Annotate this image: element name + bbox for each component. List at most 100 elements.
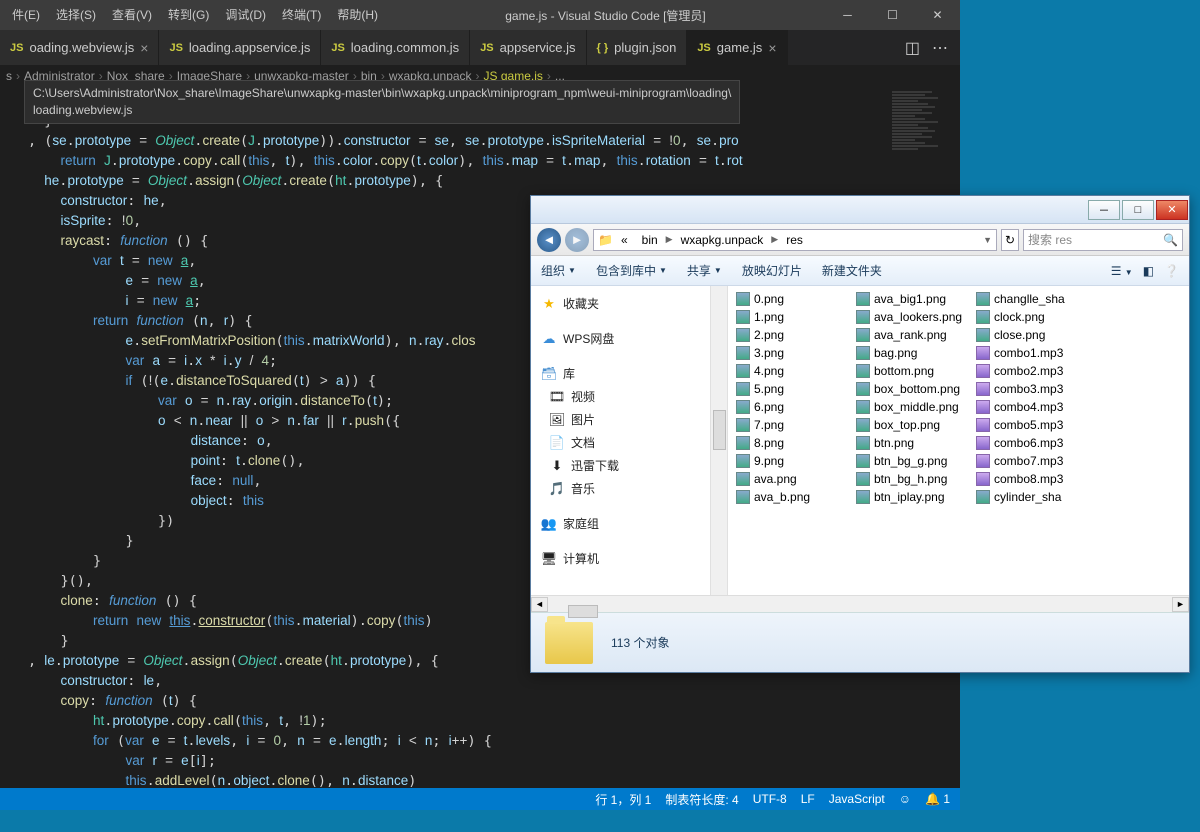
file-item[interactable]: 0.png [736,290,848,308]
tab-loading-webview[interactable]: JSoading.webview.js× [0,30,159,65]
scroll-thumb[interactable] [568,605,598,618]
menu-debug[interactable]: 调试(D) [217,0,274,30]
file-item[interactable]: combo6.mp3 [976,434,1088,452]
file-item[interactable]: box_middle.png [856,398,968,416]
file-item[interactable]: box_bottom.png [856,380,968,398]
slideshow-button[interactable]: 放映幻灯片 [742,262,802,279]
menu-goto[interactable]: 转到(G) [160,0,217,30]
include-library-menu[interactable]: 包含到库中 ▼ [596,262,667,279]
search-input[interactable]: 搜索 res 🔍 [1023,229,1183,251]
feedback-icon[interactable]: ☺ [899,792,911,806]
file-item[interactable]: bottom.png [856,362,968,380]
refresh-button[interactable]: ↻ [1001,229,1019,251]
new-folder-button[interactable]: 新建文件夹 [822,262,882,279]
file-item[interactable]: combo1.mp3 [976,344,1088,362]
file-item[interactable]: btn_bg_g.png [856,452,968,470]
file-item[interactable]: btn_iplay.png [856,488,968,506]
sidebar-favorites[interactable]: ★收藏夹 [531,292,710,315]
sidebar-wps[interactable]: ☁WPS网盘 [531,327,710,350]
file-item[interactable]: combo4.mp3 [976,398,1088,416]
minimize-button[interactable]: － [1088,200,1120,220]
menu-help[interactable]: 帮助(H) [329,0,386,30]
file-item[interactable]: combo5.mp3 [976,416,1088,434]
file-item[interactable]: ava_b.png [736,488,848,506]
file-item[interactable]: btn_bg_h.png [856,470,968,488]
file-item[interactable]: 5.png [736,380,848,398]
file-item[interactable]: combo7.mp3 [976,452,1088,470]
close-icon[interactable]: × [768,40,776,56]
sidebar-scrollbar[interactable] [711,286,728,595]
forward-button[interactable]: ► [565,228,589,252]
share-menu[interactable]: 共享 ▼ [687,262,722,279]
close-button[interactable]: ✕ [915,0,960,30]
explorer-toolbar: 组织 ▼ 包含到库中 ▼ 共享 ▼ 放映幻灯片 新建文件夹 ☰ ▼ ◧ ❔ [531,256,1189,286]
tab-size[interactable]: 制表符长度: 4 [665,791,738,808]
address-bar[interactable]: 📁 « bin▶ wxapkg.unpack▶ res ▼ [593,229,997,251]
preview-pane-icon[interactable]: ◧ [1143,264,1154,278]
menu-file[interactable]: 件(E) [4,0,48,30]
more-icon[interactable]: ⋯ [932,38,948,58]
file-item[interactable]: 4.png [736,362,848,380]
file-item[interactable]: 9.png [736,452,848,470]
file-item[interactable]: 8.png [736,434,848,452]
minimize-button[interactable]: ─ [825,0,870,30]
eol[interactable]: LF [801,792,815,806]
sidebar-libraries[interactable]: 🗃库 [531,362,710,385]
help-icon[interactable]: ❔ [1164,264,1179,278]
tab-loading-common[interactable]: JSloading.common.js [321,30,470,65]
encoding[interactable]: UTF-8 [753,792,787,806]
file-item[interactable]: 2.png [736,326,848,344]
tab-loading-appservice[interactable]: JSloading.appservice.js [159,30,321,65]
menu-terminal[interactable]: 终端(T) [274,0,329,30]
file-item[interactable]: ava_lookers.png [856,308,968,326]
horizontal-scrollbar[interactable]: ◄ ► [531,595,1189,612]
dropdown-icon[interactable]: ▼ [983,235,992,245]
file-item[interactable]: ava_rank.png [856,326,968,344]
sidebar-music[interactable]: 🎵音乐 [531,477,710,500]
file-item[interactable]: 3.png [736,344,848,362]
file-item[interactable]: combo2.mp3 [976,362,1088,380]
file-item[interactable]: clock.png [976,308,1088,326]
scroll-left-icon[interactable]: ◄ [531,597,548,612]
cursor-position[interactable]: 行 1，列 1 [595,791,651,808]
split-editor-icon[interactable]: ◫ [905,38,920,58]
tab-plugin-json[interactable]: { }plugin.json [587,30,688,65]
scroll-right-icon[interactable]: ► [1172,597,1189,612]
file-item[interactable]: combo3.mp3 [976,380,1088,398]
view-options-icon[interactable]: ☰ ▼ [1111,264,1133,278]
file-item[interactable]: 6.png [736,398,848,416]
tab-game-js[interactable]: JSgame.js× [687,30,787,65]
file-item[interactable]: cylinder_sha [976,488,1088,506]
file-list[interactable]: 0.png1.png2.png3.png4.png5.png6.png7.png… [728,286,1189,595]
file-item[interactable]: combo8.mp3 [976,470,1088,488]
sidebar-xunlei[interactable]: ⬇迅雷下载 [531,454,710,477]
sidebar-homegroup[interactable]: 👥家庭组 [531,512,710,535]
explorer-titlebar[interactable]: － □ ✕ [531,196,1189,224]
sidebar-pictures[interactable]: 🖼图片 [531,408,710,431]
file-explorer-window: － □ ✕ ◄ ► 📁 « bin▶ wxapkg.unpack▶ res ▼ … [530,195,1190,673]
maximize-button[interactable]: ☐ [870,0,915,30]
file-item[interactable]: changlle_sha [976,290,1088,308]
menu-select[interactable]: 选择(S) [48,0,104,30]
file-item[interactable]: box_top.png [856,416,968,434]
file-item[interactable]: ava_big1.png [856,290,968,308]
sidebar-video[interactable]: 🎞视频 [531,385,710,408]
organize-menu[interactable]: 组织 ▼ [541,262,576,279]
file-item[interactable]: ava.png [736,470,848,488]
tab-appservice[interactable]: JSappservice.js [470,30,586,65]
file-item[interactable]: close.png [976,326,1088,344]
back-button[interactable]: ◄ [537,228,561,252]
file-item[interactable]: bag.png [856,344,968,362]
language-mode[interactable]: JavaScript [829,792,885,806]
menu-view[interactable]: 查看(V) [104,0,160,30]
bell-icon[interactable]: 🔔 1 [925,792,950,806]
file-item[interactable]: btn.png [856,434,968,452]
maximize-button[interactable]: □ [1122,200,1154,220]
sidebar-documents[interactable]: 📄文档 [531,431,710,454]
file-item[interactable]: 1.png [736,308,848,326]
library-icon: 🗃 [541,366,557,382]
close-button[interactable]: ✕ [1156,200,1188,220]
close-icon[interactable]: × [140,40,148,56]
file-item[interactable]: 7.png [736,416,848,434]
sidebar-computer[interactable]: 🖥计算机 [531,547,710,570]
